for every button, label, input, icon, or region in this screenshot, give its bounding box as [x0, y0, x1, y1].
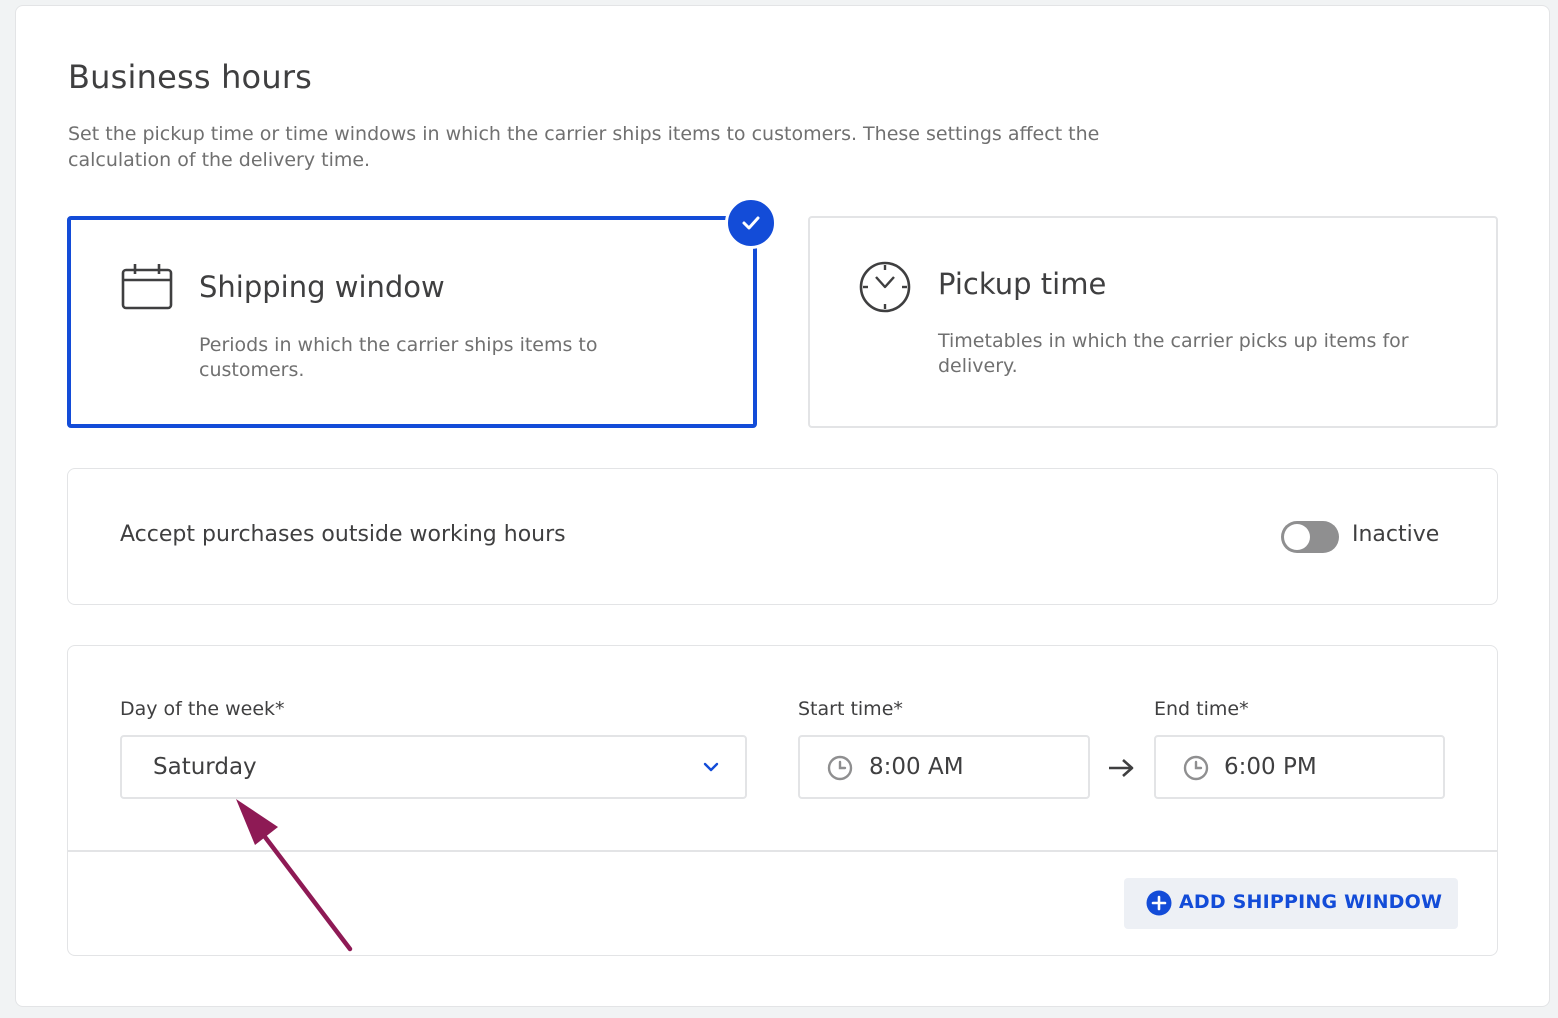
add-shipping-window-button[interactable]: ADD SHIPPING WINDOW: [1124, 878, 1458, 929]
pickup-time-title: Pickup time: [938, 267, 1107, 301]
clock-icon: [858, 260, 912, 318]
start-time-label: Start time*: [798, 698, 903, 720]
outside-hours-toggle[interactable]: [1281, 521, 1339, 553]
pickup-time-description: Timetables in which the carrier picks up…: [938, 330, 1409, 377]
page-description: Set the pickup time or time windows in w…: [68, 123, 1100, 171]
end-time-label: End time*: [1154, 698, 1249, 720]
form-divider: [68, 850, 1497, 852]
plus-circle-icon: [1146, 890, 1172, 920]
arrow-right-icon: [1106, 757, 1136, 783]
shipping-window-title: Shipping window: [199, 270, 445, 304]
shipping-window-option[interactable]: [67, 216, 757, 428]
end-time-input[interactable]: 6:00 PM: [1154, 735, 1445, 799]
day-of-week-value: Saturday: [153, 754, 257, 780]
outside-hours-label: Accept purchases outside working hours: [120, 522, 566, 547]
page-title: Business hours: [68, 58, 313, 96]
day-of-week-select[interactable]: Saturday: [120, 735, 747, 799]
start-time-value: 8:00 AM: [869, 754, 964, 780]
end-clock-icon: [1183, 755, 1209, 785]
day-of-week-label: Day of the week*: [120, 698, 285, 720]
shipping-window-description: Periods in which the carrier ships items…: [199, 334, 598, 381]
calendar-icon: [121, 262, 175, 316]
pickup-time-option[interactable]: [808, 216, 1498, 428]
add-shipping-window-label: ADD SHIPPING WINDOW: [1179, 891, 1443, 913]
toggle-status-label: Inactive: [1352, 522, 1440, 547]
toggle-knob: [1284, 524, 1310, 550]
end-time-value: 6:00 PM: [1224, 754, 1317, 780]
start-time-input[interactable]: 8:00 AM: [798, 735, 1090, 799]
selected-check-icon: [725, 197, 777, 249]
chevron-down-icon: [702, 759, 720, 778]
start-clock-icon: [827, 755, 853, 785]
